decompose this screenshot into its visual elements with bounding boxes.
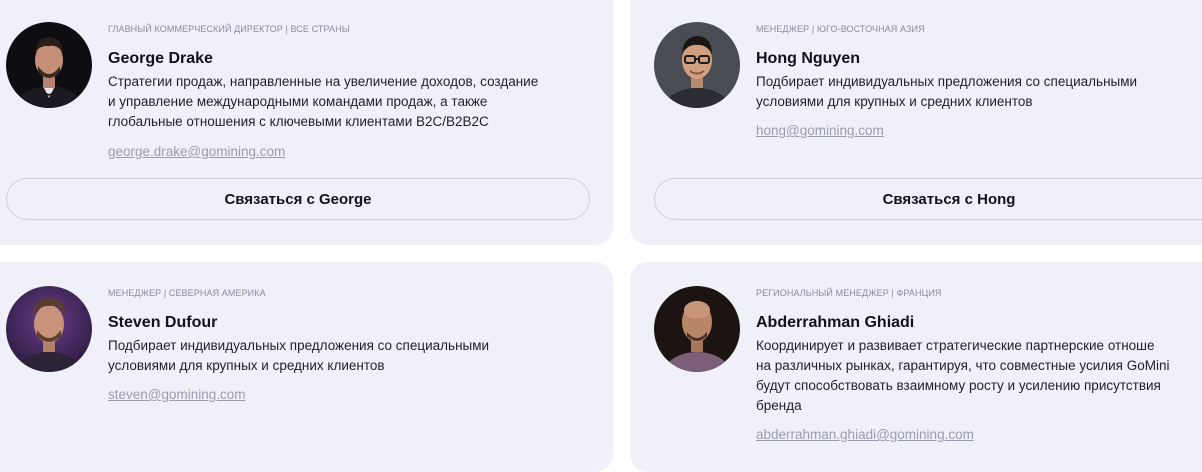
contact-name: Hong Nguyen [756,50,860,67]
contact-name: Steven Dufour [108,314,218,331]
contact-description: Подбирает индивидуальных предложения со … [756,72,1137,112]
avatar-abderrahman [654,286,740,372]
description-line: Стратегии продаж, направленные на увелич… [108,74,539,89]
contact-name: Abderrahman Ghiadi [756,314,915,331]
contact-description: Подбирает индивидуальных предложения со … [108,336,489,376]
description-line: Координирует и развивает стратегические … [756,338,1155,353]
email-link[interactable]: abderrahman.ghiadi@gomining.com [756,427,974,442]
avatar-hong [654,22,740,108]
avatar-george [6,22,92,108]
description-line: Подбирает индивидуальных предложения со … [756,74,1138,89]
contact-card-george: ГЛАВНЫЙ КОММЕРЧЕСКИЙ ДИРЕКТОР | ВСЕ СТРА… [0,0,613,245]
description-line: на различных рынках, гарантируя, что сов… [756,358,1170,373]
description-line: будут способствовать взаимному росту и у… [756,378,1161,393]
contact-description: Стратегии продаж, направленные на увелич… [108,72,538,132]
email-link[interactable]: steven@gomining.com [108,387,246,402]
email-link[interactable]: hong@gomining.com [756,123,884,138]
contact-card-steven: МЕНЕДЖЕР | СЕВЕРНАЯ АМЕРИКА Steven Dufou… [0,262,613,472]
contact-card-abderrahman: РЕГИОНАЛЬНЫЙ МЕНЕДЖЕР | ФРАНЦИЯ Abderrah… [630,262,1202,472]
contact-description: Координирует и развивает стратегические … [756,336,1169,416]
description-line: глобальные отношения с ключевыми клиента… [108,114,489,129]
contact-george-button[interactable]: Связаться с George [6,178,590,220]
description-line: условиями для крупных и средних клиентов [108,358,385,373]
role-label: МЕНЕДЖЕР | СЕВЕРНАЯ АМЕРИКА [108,288,266,298]
contact-card-hong: МЕНЕДЖЕР | ЮГО-ВОСТОЧНАЯ АЗИЯ Hong Nguye… [630,0,1202,245]
role-label: ГЛАВНЫЙ КОММЕРЧЕСКИЙ ДИРЕКТОР | ВСЕ СТРА… [108,24,350,34]
role-label: МЕНЕДЖЕР | ЮГО-ВОСТОЧНАЯ АЗИЯ [756,24,925,34]
role-label: РЕГИОНАЛЬНЫЙ МЕНЕДЖЕР | ФРАНЦИЯ [756,288,942,298]
description-line: и управление международными командами пр… [108,94,488,109]
contact-hong-button[interactable]: Связаться с Hong [654,178,1202,220]
description-line: бренда [756,398,802,413]
description-line: условиями для крупных и средних клиентов [756,94,1033,109]
contact-name: George Drake [108,50,213,67]
avatar-steven [6,286,92,372]
email-link[interactable]: george.drake@gomining.com [108,144,285,159]
description-line: Подбирает индивидуальных предложения со … [108,338,490,353]
